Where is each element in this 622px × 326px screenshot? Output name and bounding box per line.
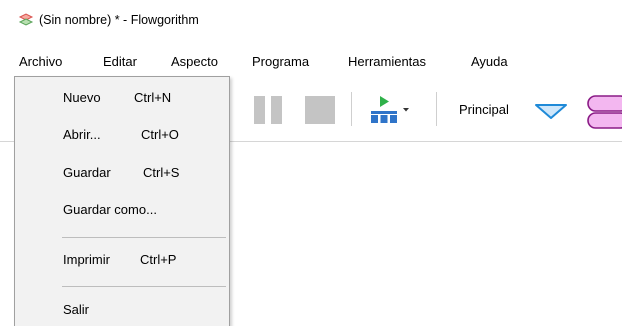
menu-separator bbox=[62, 286, 226, 287]
flowgorithm-app-icon bbox=[18, 13, 34, 26]
function-selector-label[interactable]: Principal bbox=[459, 102, 509, 117]
menu-item-guardar[interactable]: Guardar Ctrl+S bbox=[16, 159, 228, 187]
menu-editar[interactable]: Editar bbox=[103, 52, 137, 71]
title-bar: (Sin nombre) * - Flowgorithm bbox=[0, 0, 622, 44]
menu-item-shortcut: Ctrl+S bbox=[143, 165, 180, 180]
chevron-down-icon bbox=[403, 108, 409, 112]
menu-item-abrir[interactable]: Abrir... Ctrl+O bbox=[16, 121, 228, 149]
menu-herramientas[interactable]: Herramientas bbox=[348, 52, 426, 71]
file-menu-dropdown: Nuevo Ctrl+N Abrir... Ctrl+O Guardar Ctr… bbox=[14, 76, 230, 326]
menu-item-shortcut: Ctrl+P bbox=[140, 252, 177, 267]
menu-item-label: Abrir... bbox=[63, 127, 101, 142]
menu-item-label: Guardar como... bbox=[63, 202, 157, 217]
stop-button[interactable] bbox=[305, 96, 335, 124]
menu-item-shortcut: Ctrl+O bbox=[141, 127, 179, 142]
toolbar-separator bbox=[351, 92, 352, 126]
pause-button[interactable] bbox=[254, 96, 288, 124]
menu-ayuda[interactable]: Ayuda bbox=[471, 52, 508, 71]
toolbar-separator bbox=[436, 92, 437, 126]
run-button[interactable] bbox=[368, 93, 412, 125]
menu-item-label: Guardar bbox=[63, 165, 111, 180]
window-title: (Sin nombre) * - Flowgorithm bbox=[39, 13, 199, 27]
menu-item-nuevo[interactable]: Nuevo Ctrl+N bbox=[16, 84, 228, 112]
menu-separator bbox=[62, 237, 226, 238]
menu-item-label: Imprimir bbox=[63, 252, 110, 267]
menu-programa[interactable]: Programa bbox=[252, 52, 309, 71]
menu-item-label: Nuevo bbox=[63, 90, 101, 105]
menu-bar: Archivo Editar Aspecto Programa Herramie… bbox=[0, 50, 622, 74]
menu-item-label: Salir bbox=[63, 302, 90, 317]
menu-item-imprimir[interactable]: Imprimir Ctrl+P bbox=[16, 246, 228, 274]
menu-item-shortcut: Ctrl+N bbox=[134, 90, 172, 105]
terminal-shape-icon[interactable] bbox=[585, 94, 622, 130]
run-icon bbox=[371, 96, 397, 123]
menu-item-guardar-como[interactable]: Guardar como... bbox=[16, 196, 228, 224]
menu-archivo[interactable]: Archivo bbox=[19, 52, 62, 71]
triangle-down-icon[interactable] bbox=[533, 101, 569, 121]
menu-aspecto[interactable]: Aspecto bbox=[171, 52, 218, 71]
menu-item-salir[interactable]: Salir bbox=[16, 296, 228, 324]
